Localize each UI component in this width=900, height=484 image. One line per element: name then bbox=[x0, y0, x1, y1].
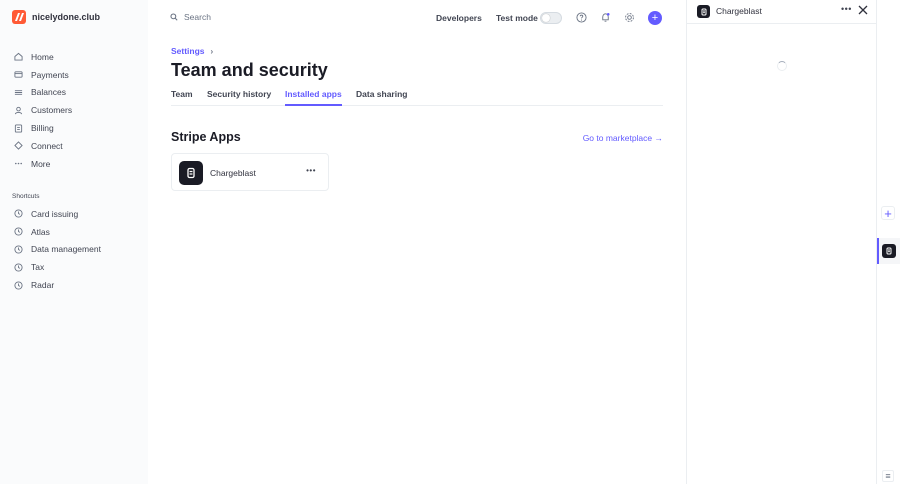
create-button[interactable]: + bbox=[648, 11, 662, 25]
app-drawer: Chargeblast ••• bbox=[686, 0, 877, 484]
shortcuts-title: Shortcuts bbox=[12, 193, 40, 200]
search-placeholder: Search bbox=[184, 12, 211, 22]
rail-app-chargeblast[interactable] bbox=[877, 238, 900, 264]
shortcuts-list: Card issuing Atlas Data management Tax R… bbox=[10, 205, 140, 294]
brand-logo-icon bbox=[12, 10, 26, 24]
app-more-icon[interactable]: ••• bbox=[306, 166, 316, 175]
home-icon bbox=[14, 53, 23, 61]
sidebar-item-customers[interactable]: Customers bbox=[10, 101, 140, 119]
tab-team[interactable]: Team bbox=[171, 89, 193, 106]
sidebar-item-label: More bbox=[31, 158, 51, 169]
tab-data-sharing[interactable]: Data sharing bbox=[356, 89, 408, 106]
chargeblast-logo-icon bbox=[179, 161, 203, 185]
test-mode-toggle[interactable] bbox=[540, 12, 562, 24]
tabs: Team Security history Installed apps Dat… bbox=[171, 89, 663, 106]
bell-icon[interactable] bbox=[599, 11, 611, 23]
drawer-title: Chargeblast bbox=[716, 6, 762, 16]
drawer-header: Chargeblast ••• bbox=[687, 0, 876, 24]
section-title: Stripe Apps bbox=[171, 130, 241, 144]
shortcut-card-issuing[interactable]: Card issuing bbox=[10, 205, 140, 223]
sidebar-item-home[interactable]: Home bbox=[10, 48, 140, 66]
tab-security-history[interactable]: Security history bbox=[207, 89, 271, 106]
breadcrumb[interactable]: Settings › bbox=[171, 46, 213, 56]
shortcut-atlas[interactable]: Atlas bbox=[10, 223, 140, 241]
connect-icon bbox=[14, 141, 23, 151]
shortcut-label: Radar bbox=[31, 280, 55, 291]
drawer-more-icon[interactable]: ••• bbox=[841, 4, 852, 14]
page-title: Team and security bbox=[171, 60, 328, 80]
sidebar: nicelydone.club Home Payments Balances C… bbox=[0, 0, 148, 484]
close-icon[interactable] bbox=[857, 4, 869, 16]
shortcut-label: Card issuing bbox=[31, 208, 79, 219]
sidebar-item-more[interactable]: More bbox=[10, 155, 140, 173]
shortcut-radar[interactable]: Radar bbox=[10, 276, 140, 294]
shortcut-label: Data management bbox=[31, 244, 101, 255]
sidebar-nav: Home Payments Balances Customers Billing… bbox=[10, 48, 140, 173]
sidebar-item-billing[interactable]: Billing bbox=[10, 119, 140, 137]
sidebar-item-payments[interactable]: Payments bbox=[10, 66, 140, 84]
topbar: Search Developers Test mode + bbox=[148, 0, 685, 36]
developers-link[interactable]: Developers bbox=[436, 13, 482, 23]
balances-icon bbox=[14, 90, 23, 95]
sidebar-item-label: Payments bbox=[31, 69, 69, 80]
brand[interactable]: nicelydone.club bbox=[12, 10, 100, 24]
sidebar-item-connect[interactable]: Connect bbox=[10, 137, 140, 155]
marketplace-link[interactable]: Go to marketplace → bbox=[583, 133, 663, 143]
search-icon bbox=[170, 13, 178, 21]
clock-icon bbox=[14, 245, 23, 254]
sidebar-item-label: Customers bbox=[31, 105, 73, 116]
chevron-right-icon: › bbox=[210, 46, 214, 56]
brand-name: nicelydone.club bbox=[32, 12, 101, 22]
sidebar-item-label: Billing bbox=[31, 123, 54, 134]
billing-icon bbox=[14, 124, 23, 133]
chargeblast-logo-icon bbox=[697, 5, 710, 18]
breadcrumb-settings[interactable]: Settings bbox=[171, 46, 205, 56]
clock-icon bbox=[14, 227, 23, 236]
shortcut-data-management[interactable]: Data management bbox=[10, 241, 140, 259]
shortcut-tax[interactable]: Tax bbox=[10, 258, 140, 276]
tab-installed-apps[interactable]: Installed apps bbox=[285, 89, 342, 106]
menu-icon[interactable]: ≡ bbox=[882, 470, 894, 482]
search-input[interactable]: Search bbox=[170, 12, 211, 22]
app-card[interactable]: Chargeblast ••• bbox=[171, 153, 329, 191]
gear-icon[interactable] bbox=[623, 11, 635, 23]
clock-icon bbox=[14, 209, 23, 218]
shortcut-label: Tax bbox=[31, 262, 45, 273]
more-icon bbox=[14, 162, 23, 165]
chargeblast-logo-icon bbox=[882, 244, 896, 258]
sidebar-item-label: Balances bbox=[31, 87, 66, 98]
clock-icon bbox=[14, 281, 23, 290]
apps-rail: + ≡ bbox=[877, 0, 900, 484]
payments-icon bbox=[14, 71, 23, 78]
sidebar-item-label: Connect bbox=[31, 140, 63, 151]
app-name: Chargeblast bbox=[210, 168, 256, 178]
shortcut-label: Atlas bbox=[31, 226, 50, 237]
add-app-button[interactable]: + bbox=[881, 206, 895, 220]
sidebar-item-label: Home bbox=[31, 51, 54, 62]
help-icon[interactable] bbox=[575, 11, 587, 23]
clock-icon bbox=[14, 263, 23, 272]
test-mode-label: Test mode bbox=[496, 13, 538, 23]
loading-spinner bbox=[777, 61, 787, 71]
sidebar-item-balances[interactable]: Balances bbox=[10, 84, 140, 102]
customers-icon bbox=[14, 106, 23, 115]
